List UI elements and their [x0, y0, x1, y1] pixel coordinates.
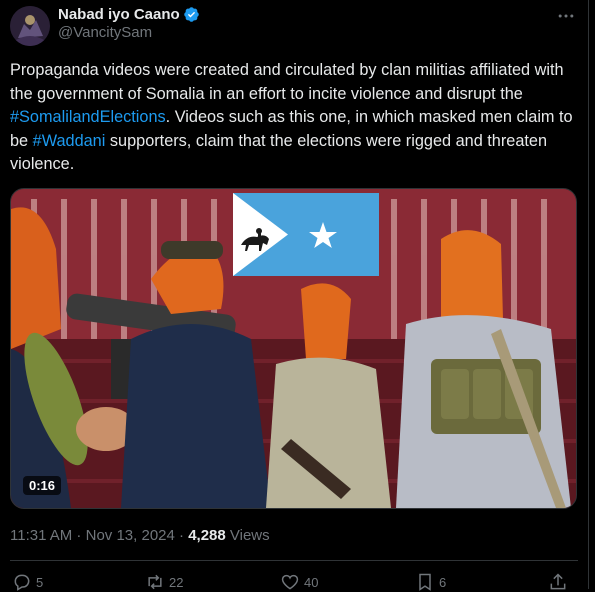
tweet-date[interactable]: Nov 13, 2024 [86, 527, 175, 544]
video-duration: 0:16 [23, 476, 62, 495]
reply-icon [14, 574, 30, 591]
verified-badge-icon [183, 6, 199, 22]
repost-count: 22 [169, 574, 184, 590]
video-player[interactable]: 0:16 [10, 188, 577, 509]
heart-icon [281, 574, 299, 590]
column-border [588, 0, 589, 589]
author-display-name[interactable]: Nabad iyo Caano [58, 6, 180, 23]
bookmark-button[interactable]: 6 [415, 572, 446, 592]
meta-separator: · [72, 527, 86, 544]
repost-button[interactable]: 22 [145, 572, 183, 592]
tweet-time[interactable]: 11:31 AM [10, 527, 72, 544]
author-handle[interactable]: @VancitySam [58, 24, 152, 41]
more-horizontal-icon[interactable] [556, 6, 576, 26]
hashtag-link[interactable]: #SomalilandElections [10, 108, 166, 126]
repost-icon [148, 574, 162, 590]
flag-overlay [233, 193, 379, 276]
bookmark-icon [419, 573, 431, 591]
reply-count: 5 [36, 574, 44, 590]
avatar[interactable] [10, 6, 50, 46]
bookmark-count: 6 [439, 574, 447, 590]
hashtag-link[interactable]: #Waddani [33, 132, 106, 150]
tweet-meta: 11:31 AM · Nov 13, 2024 · 4,288 Views [10, 527, 270, 544]
tweet-text-segment: Propaganda videos were created and circu… [10, 61, 564, 103]
tweet-text: Propaganda videos were created and circu… [10, 59, 580, 177]
views-count: 4,288 [188, 527, 226, 544]
meta-separator: · [174, 527, 189, 544]
like-count: 40 [304, 574, 319, 590]
divider [10, 560, 578, 561]
avatar-image [10, 6, 50, 46]
share-button[interactable] [548, 572, 572, 592]
like-button[interactable]: 40 [280, 572, 318, 592]
share-icon [550, 573, 566, 590]
reply-button[interactable]: 5 [12, 572, 43, 592]
action-bar: 5 22 40 6 [10, 572, 580, 592]
author-name-row[interactable]: Nabad iyo Caano [58, 4, 200, 24]
views-label: Views [225, 527, 270, 544]
